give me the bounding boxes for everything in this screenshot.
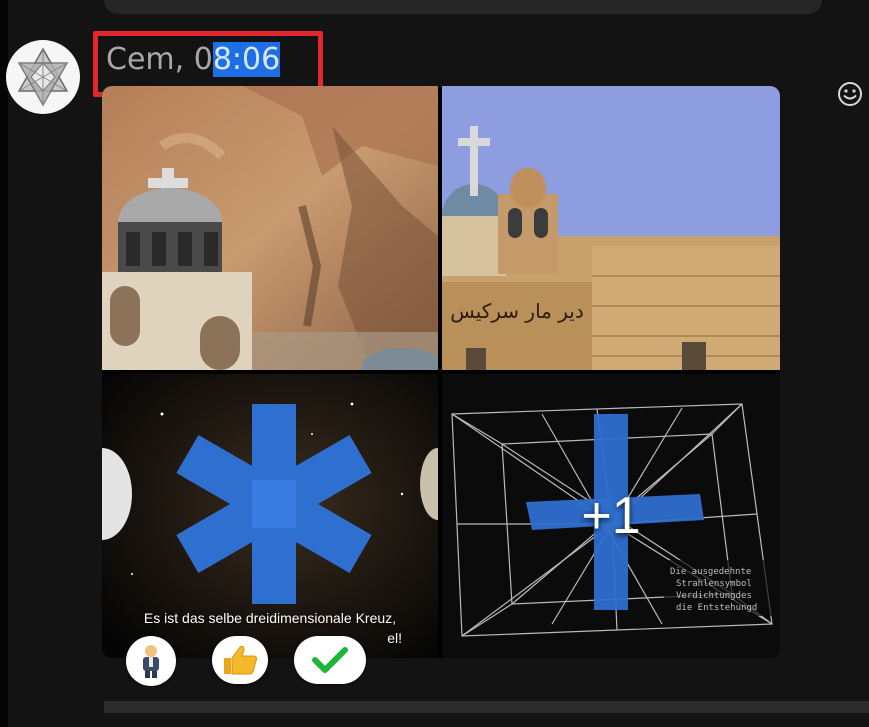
timestamp: 08:06 — [193, 42, 281, 77]
timestamp-prefix: 0 — [193, 42, 213, 77]
check-mark-icon — [312, 647, 348, 673]
monastery-cliff-photo — [102, 86, 438, 370]
add-reaction-button[interactable] — [836, 80, 864, 108]
next-message-bubble[interactable] — [104, 701, 869, 713]
sender-name[interactable]: Cem, — [106, 42, 184, 77]
avatar[interactable] — [6, 40, 80, 114]
gallery-image-wireframe-cube[interactable]: Die ausgedehnte Strahlensymbol Verdichtu… — [442, 374, 780, 658]
window-edge — [0, 0, 8, 727]
video-caption-line-1: Es ist das selbe dreidimensionale Kreuz, — [143, 610, 397, 626]
gallery-image-monastery-cliff[interactable] — [102, 86, 438, 370]
person-emoji-icon — [143, 645, 159, 678]
previous-message-bubble[interactable] — [104, 0, 822, 14]
star-tetrahedron-icon — [17, 47, 69, 107]
monastery-wall-photo: دير مار سركيس — [442, 86, 780, 370]
smiley-icon — [838, 82, 862, 106]
reaction-person[interactable] — [126, 636, 176, 686]
chat-pane: Cem, 08:06 دير مار سركيس Es ist das selb… — [0, 0, 869, 727]
sign-text: دير مار سركيس — [450, 299, 584, 323]
reaction-thumbs-up[interactable] — [212, 636, 268, 684]
message-header: Cem, 08:06 — [106, 40, 281, 80]
gallery-image-monastery-wall[interactable]: دير مار سركيس — [442, 86, 780, 370]
timestamp-selected: 8:06 — [212, 42, 281, 77]
thumbs-up-icon — [224, 645, 258, 675]
reaction-check-mark[interactable] — [294, 636, 366, 684]
image-gallery[interactable]: دير مار سركيس Es ist das selbe dreidimen… — [102, 86, 780, 658]
gallery-image-3d-cross[interactable]: Es ist das selbe dreidimensionale Kreuz,… — [102, 374, 438, 658]
more-images-count[interactable]: +1 — [442, 374, 780, 658]
